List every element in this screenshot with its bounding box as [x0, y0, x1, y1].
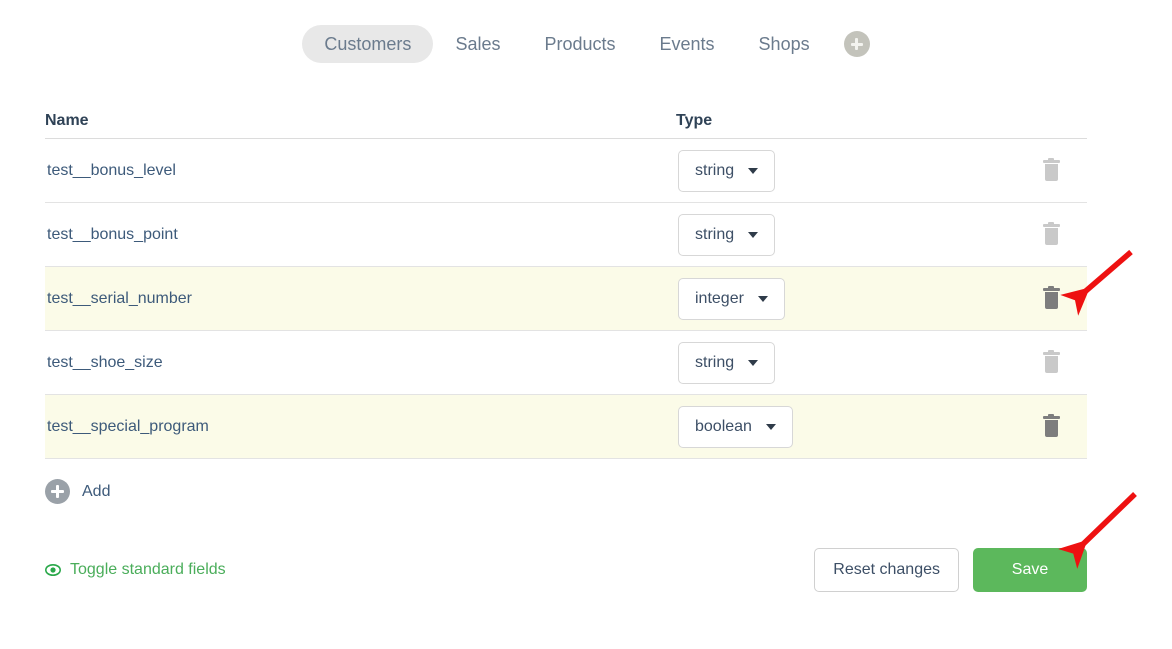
- field-type-value: string: [695, 162, 734, 180]
- field-name-cell: test__serial_number: [45, 290, 678, 308]
- fields-table: Name Type test__bonus_levelstringtest__b…: [45, 88, 1087, 459]
- toggle-standard-fields-button[interactable]: Toggle standard fields: [45, 561, 226, 579]
- trash-icon[interactable]: [1043, 288, 1060, 309]
- chevron-down-icon: [758, 296, 768, 302]
- table-row: test__bonus_level string: [45, 139, 1087, 203]
- chevron-down-icon: [766, 424, 776, 430]
- trash-icon[interactable]: [1043, 224, 1060, 245]
- field-type-select[interactable]: string: [678, 150, 775, 192]
- chevron-down-icon: [748, 168, 758, 174]
- tab-shops[interactable]: Shops: [737, 25, 832, 63]
- delete-cell: [1018, 288, 1084, 309]
- footer-actions: Reset changes Save: [814, 548, 1087, 592]
- table-row: test__shoe_size string: [45, 331, 1087, 395]
- toggle-standard-fields-label: Toggle standard fields: [70, 561, 226, 579]
- trash-icon[interactable]: [1043, 160, 1060, 181]
- reset-changes-button[interactable]: Reset changes: [814, 548, 959, 592]
- plus-circle-icon[interactable]: [45, 479, 70, 504]
- tab-products[interactable]: Products: [522, 25, 637, 63]
- table-header-row: Name Type: [45, 88, 1087, 139]
- add-tab-icon[interactable]: [844, 31, 870, 57]
- field-type-select[interactable]: string: [678, 214, 775, 256]
- field-name-cell: test__bonus_point: [45, 226, 678, 244]
- add-field-row[interactable]: Add: [45, 479, 1172, 504]
- field-type-select[interactable]: integer: [678, 278, 785, 320]
- tab-sales[interactable]: Sales: [433, 25, 522, 63]
- tab-bar: Customers Sales Products Events Shops: [0, 0, 1172, 88]
- chevron-down-icon: [748, 360, 758, 366]
- field-name-cell: test__shoe_size: [45, 354, 678, 372]
- field-type-value: string: [695, 226, 734, 244]
- column-header-name: Name: [45, 112, 676, 130]
- field-type-select[interactable]: boolean: [678, 406, 793, 448]
- arrow-to-delete-icon: [1080, 252, 1131, 296]
- table-row: test__special_program boolean: [45, 395, 1087, 459]
- chevron-down-icon: [748, 232, 758, 238]
- trash-icon[interactable]: [1043, 352, 1060, 373]
- tab-events[interactable]: Events: [638, 25, 737, 63]
- field-type-cell: boolean: [678, 406, 1018, 448]
- field-type-cell: integer: [678, 278, 1018, 320]
- column-header-type: Type: [676, 112, 1087, 130]
- trash-icon[interactable]: [1043, 416, 1060, 437]
- delete-cell: [1018, 224, 1084, 245]
- field-name-cell: test__special_program: [45, 418, 678, 436]
- table-body: test__bonus_levelstringtest__bonus_point…: [45, 139, 1087, 459]
- tab-customers[interactable]: Customers: [302, 25, 433, 63]
- field-type-value: integer: [695, 290, 744, 308]
- eye-icon: [45, 562, 61, 578]
- field-type-value: boolean: [695, 418, 752, 436]
- add-field-label[interactable]: Add: [82, 483, 110, 501]
- delete-cell: [1018, 416, 1084, 437]
- field-name-cell: test__bonus_level: [45, 162, 678, 180]
- field-type-select[interactable]: string: [678, 342, 775, 384]
- save-button[interactable]: Save: [973, 548, 1087, 592]
- delete-cell: [1018, 352, 1084, 373]
- delete-cell: [1018, 160, 1084, 181]
- table-row: test__serial_number integer: [45, 267, 1087, 331]
- field-type-cell: string: [678, 214, 1018, 256]
- field-type-cell: string: [678, 342, 1018, 384]
- field-type-cell: string: [678, 150, 1018, 192]
- table-row: test__bonus_point string: [45, 203, 1087, 267]
- field-type-value: string: [695, 354, 734, 372]
- footer-bar: Toggle standard fields Reset changes Sav…: [45, 548, 1087, 592]
